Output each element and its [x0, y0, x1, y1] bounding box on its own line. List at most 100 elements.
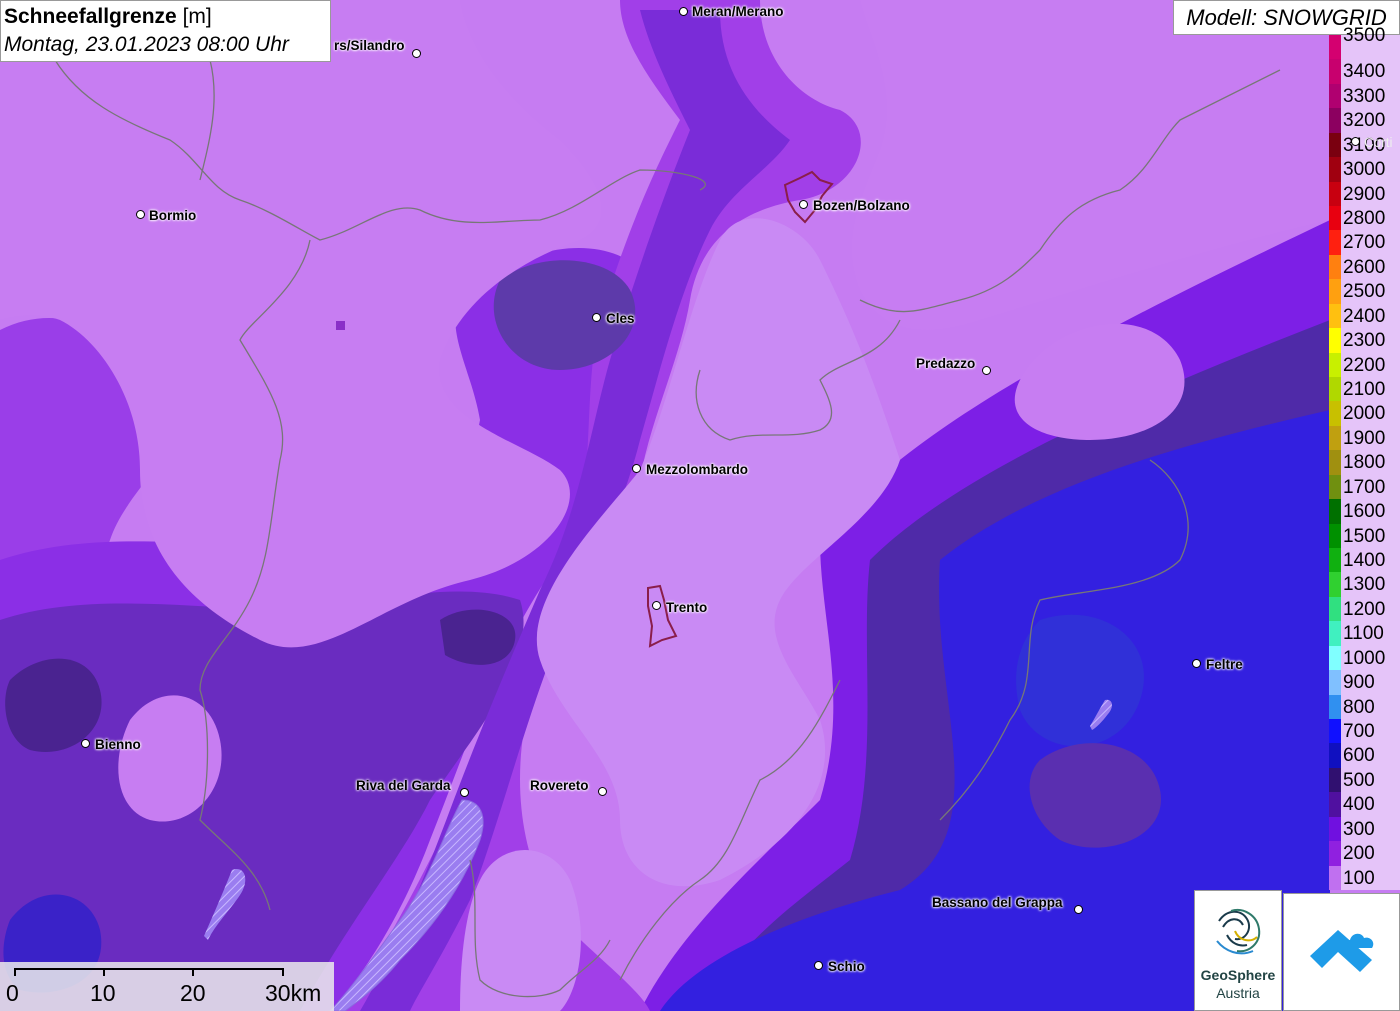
- legend-row: 2800: [1327, 206, 1400, 231]
- city-dot: [1192, 659, 1201, 668]
- legend-value: 1600: [1343, 501, 1386, 523]
- city-label: Predazzo: [916, 356, 976, 371]
- legend-value: 300: [1343, 818, 1375, 840]
- city-dot: [814, 961, 823, 970]
- geosphere-emblem-icon: [1216, 909, 1261, 955]
- legend-row: 500: [1327, 767, 1400, 793]
- legend-row: 2600: [1327, 254, 1400, 280]
- legend-swatch: [1329, 181, 1341, 206]
- legend-swatch: [1329, 670, 1341, 695]
- legend-swatch: [1329, 206, 1341, 231]
- city-dot: [652, 601, 661, 610]
- city-label: Bassano del Grappa: [932, 895, 1063, 910]
- legend-row: 1600: [1327, 499, 1400, 524]
- legend-row: 2900: [1327, 181, 1400, 206]
- city-dot: [982, 366, 991, 375]
- zone-dark-garda: [440, 609, 516, 665]
- city-dot: [1351, 137, 1360, 146]
- legend-row: 1500: [1327, 523, 1400, 548]
- scale-bar: 0 10 20 30km: [0, 962, 334, 1011]
- legend-value: 3400: [1343, 61, 1386, 83]
- legend-swatch: [1329, 132, 1341, 158]
- legend-swatch: [1329, 303, 1341, 329]
- city-label: Cles: [606, 311, 635, 326]
- legend-row: 3300: [1327, 83, 1400, 109]
- legend-value: 1500: [1343, 525, 1386, 547]
- city-label: Bienno: [95, 737, 141, 752]
- legend-value: 800: [1343, 696, 1375, 718]
- legend-row: 300: [1327, 816, 1400, 842]
- legend-swatch: [1329, 108, 1341, 133]
- legend-swatch: [1329, 279, 1341, 304]
- legend-value: 2600: [1343, 256, 1386, 278]
- legend-row: 2200: [1327, 352, 1400, 377]
- legend-value: 1200: [1343, 598, 1386, 620]
- scale-tick: [282, 968, 284, 976]
- legend-swatch: [1329, 621, 1341, 646]
- scale-label: 10: [90, 980, 116, 1006]
- legend-swatch: [1329, 792, 1341, 817]
- legend-value: 200: [1343, 843, 1375, 865]
- color-legend: 3500 3400 3300 3200 3100 3000 2900 2800 2700 2600…: [1327, 25, 1400, 890]
- city-label: Mezzolombardo: [646, 462, 749, 477]
- legend-value: 100: [1343, 867, 1375, 889]
- legend-value: 2100: [1343, 379, 1386, 400]
- geosphere-country: Austria: [1216, 985, 1260, 1001]
- legend-value: 2800: [1343, 208, 1386, 229]
- legend-row: 100: [1327, 865, 1400, 890]
- legend-value: 600: [1343, 745, 1375, 767]
- scale-label: 0: [6, 980, 19, 1006]
- snowfall-line-map: [0, 0, 1400, 1011]
- legend-swatch: [1329, 572, 1341, 597]
- legend-swatch: [1329, 59, 1341, 84]
- legend-row: 1100: [1327, 621, 1400, 646]
- legend-row: 2500: [1327, 279, 1400, 304]
- legend-row: 3500: [1327, 25, 1400, 60]
- legend-value: 3300: [1343, 85, 1386, 107]
- legend-row: 2100: [1327, 377, 1400, 402]
- legend-row: 900: [1327, 670, 1400, 695]
- city-label: rs/Silandro: [334, 38, 405, 53]
- scale-line: [14, 968, 284, 970]
- parameter-name: Schneefallgrenze: [4, 5, 177, 28]
- legend-swatch: [1329, 645, 1341, 671]
- small-feature: [336, 321, 345, 330]
- legend-row: 3200: [1327, 108, 1400, 133]
- city-dot: [136, 210, 145, 219]
- scale-label: 20: [180, 980, 206, 1006]
- city-label: Corti: [1364, 135, 1393, 150]
- legend-swatch: [1329, 719, 1341, 744]
- city-label: Feltre: [1206, 657, 1243, 672]
- legend-row: 3400: [1327, 59, 1400, 84]
- legend-row: 400: [1327, 792, 1400, 817]
- legend-value: 2400: [1343, 305, 1386, 327]
- city-dot: [632, 464, 641, 473]
- legend-row: 2700: [1327, 230, 1400, 255]
- legend-swatch: [1329, 377, 1341, 402]
- legend-value: 500: [1343, 769, 1375, 791]
- legend-row: 2000: [1327, 401, 1400, 426]
- legend-swatch: [1329, 450, 1341, 475]
- legend-value: 2700: [1343, 232, 1386, 254]
- parameter-unit: [m]: [182, 5, 212, 28]
- snow-service-logo: [1283, 893, 1400, 1011]
- legend-swatch: [1329, 254, 1341, 280]
- legend-swatch: [1329, 425, 1341, 451]
- map-title: Schneefallgrenze [m]: [4, 3, 327, 31]
- legend-swatch: [1329, 865, 1341, 890]
- geosphere-logo: GeoSphere Austria: [1194, 890, 1282, 1011]
- city-dot: [460, 788, 469, 797]
- legend-row: 1800: [1327, 450, 1400, 475]
- legend-value: 2200: [1343, 354, 1386, 376]
- legend-value: 700: [1343, 721, 1375, 742]
- legend-swatch: [1329, 230, 1341, 255]
- legend-row: 1300: [1327, 572, 1400, 597]
- city-dot: [412, 49, 421, 58]
- map-datetime: Montag, 23.01.2023 08:00 Uhr: [4, 33, 289, 56]
- city-label: Rovereto: [530, 778, 589, 793]
- legend-value: 1400: [1343, 550, 1386, 571]
- legend-value: 2000: [1343, 403, 1386, 425]
- legend-swatch: [1329, 596, 1341, 622]
- legend-swatch: [1329, 841, 1341, 866]
- city-label: Meran/Merano: [692, 4, 784, 19]
